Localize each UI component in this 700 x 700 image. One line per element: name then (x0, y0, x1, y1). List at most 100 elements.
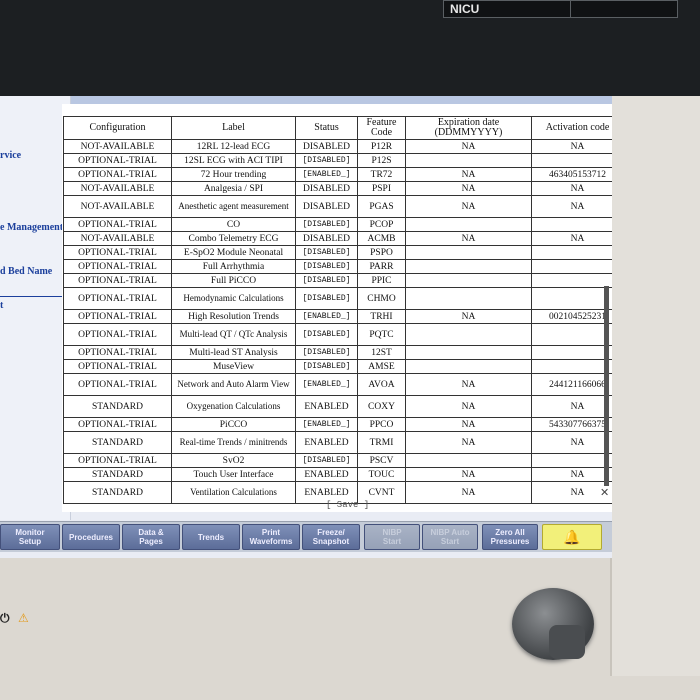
sidebar-item-extra[interactable]: t (0, 300, 3, 311)
freeze-snapshot-button[interactable]: Freeze/ Snapshot (302, 524, 360, 550)
cell-label: PiCCO (171, 417, 296, 432)
cell-configuration: OPTIONAL-TRIAL (63, 245, 172, 260)
cell-feature-code: PSPO (357, 245, 406, 260)
cell-activation-code[interactable] (531, 245, 612, 260)
cell-status: DISABLED (295, 195, 358, 218)
monitor-screen: rvice e Management d Bed Name t Configur… (0, 96, 612, 558)
table-row[interactable]: OPTIONAL-TRIAL MuseView [DISABLED] AMSE (63, 359, 612, 374)
cell-expiration-date[interactable]: NA (405, 481, 532, 504)
cell-expiration-date[interactable] (405, 359, 532, 374)
cell-activation-code[interactable]: 002104525231 (531, 309, 612, 324)
cell-configuration: OPTIONAL-TRIAL (63, 217, 172, 232)
table-row[interactable]: STANDARD Touch User Interface ENABLED TOUC N… (63, 467, 612, 482)
cell-activation-code[interactable]: 543307766375 (531, 417, 612, 432)
cell-expiration-date[interactable]: NA (405, 231, 532, 246)
cell-label: Hemodynamic Calculations (171, 287, 296, 310)
table-row[interactable]: OPTIONAL-TRIAL CO [DISABLED] PCOP (63, 217, 612, 232)
sidebar-item-service[interactable]: rvice (0, 150, 21, 161)
trends-button[interactable]: Trends (182, 524, 240, 550)
cell-expiration-date[interactable]: NA (405, 139, 532, 154)
cell-expiration-date[interactable]: NA (405, 181, 532, 196)
cell-expiration-date[interactable]: NA (405, 395, 532, 418)
table-row[interactable]: OPTIONAL-TRIAL Hemodynamic Calculations [D… (63, 287, 612, 310)
nibp-auto-start-button[interactable]: NIBP Auto Start (422, 524, 478, 550)
cell-expiration-date[interactable]: NA (405, 431, 532, 454)
cell-expiration-date[interactable] (405, 323, 532, 346)
table-row[interactable]: OPTIONAL-TRIAL E-SpO2 Module Neonatal [DIS… (63, 245, 612, 260)
cell-configuration: OPTIONAL-TRIAL (63, 273, 172, 288)
cell-expiration-date[interactable]: NA (405, 417, 532, 432)
table-row[interactable]: OPTIONAL-TRIAL Full Arrhythmia [DISABLED] P… (63, 259, 612, 274)
cell-expiration-date[interactable]: NA (405, 195, 532, 218)
table-row[interactable]: NOT-AVAILABLE Combo Telemetry ECG DISABLED… (63, 231, 612, 246)
cell-activation-code[interactable]: 244121166066 (531, 373, 612, 396)
cell-activation-code[interactable]: NA (531, 195, 612, 218)
table-row[interactable]: OPTIONAL-TRIAL 72 Hour trending [ENABLED_]… (63, 167, 612, 182)
cell-expiration-date[interactable] (405, 217, 532, 232)
cell-label: Anesthetic agent measurement (171, 195, 296, 218)
software-options-table: Configuration Label Status Feature Code … (63, 116, 612, 504)
table-row[interactable]: OPTIONAL-TRIAL Network and Auto Alarm Vie… (63, 373, 612, 396)
cell-label: Ventilation Calculations (171, 481, 296, 504)
cell-expiration-date[interactable] (405, 153, 532, 168)
save-button[interactable]: [ Save ] (326, 500, 369, 510)
table-row[interactable]: OPTIONAL-TRIAL Multi-lead ST Analysis [DIS… (63, 345, 612, 360)
cell-activation-code[interactable] (531, 217, 612, 232)
cell-activation-code[interactable] (531, 323, 612, 346)
cell-expiration-date[interactable]: NA (405, 373, 532, 396)
cell-activation-code[interactable] (531, 273, 612, 288)
cell-activation-code[interactable] (531, 359, 612, 374)
print-waveforms-button[interactable]: Print Waveforms (242, 524, 300, 550)
table-row[interactable]: OPTIONAL-TRIAL SvO2 [DISABLED] PSCV (63, 453, 612, 468)
table-row[interactable]: NOT-AVAILABLE 12RL 12-lead ECG DISABLED P12… (63, 139, 612, 154)
nibp-start-button[interactable]: NIBP Start (364, 524, 420, 550)
cell-activation-code[interactable] (531, 453, 612, 468)
cell-expiration-date[interactable] (405, 287, 532, 310)
cell-expiration-date[interactable] (405, 453, 532, 468)
zero-all-pressures-button[interactable]: Zero All Pressures (482, 524, 538, 550)
cell-configuration: NOT-AVAILABLE (63, 181, 172, 196)
cell-expiration-date[interactable]: NA (405, 467, 532, 482)
cell-feature-code: PPIC (357, 273, 406, 288)
cell-activation-code[interactable] (531, 287, 612, 310)
cell-expiration-date[interactable]: NA (405, 309, 532, 324)
table-row[interactable]: NOT-AVAILABLE Analgesia / SPI DISABLED PSPI… (63, 181, 612, 196)
table-row[interactable]: OPTIONAL-TRIAL Full PiCCO [DISABLED] PPIC (63, 273, 612, 288)
sidebar-item-bed-name[interactable]: d Bed Name (0, 266, 52, 277)
table-row[interactable]: NOT-AVAILABLE Anesthetic agent measuremen… (63, 195, 612, 218)
sidebar-item-management[interactable]: e Management (0, 222, 63, 233)
table-row[interactable]: OPTIONAL-TRIAL High Resolution Trends [ENA… (63, 309, 612, 324)
trim-knob-grip[interactable] (549, 625, 585, 659)
monitor-setup-button[interactable]: Monitor Setup (0, 524, 60, 550)
power-icon: ⏻ (0, 611, 10, 625)
table-row[interactable]: OPTIONAL-TRIAL 12SL ECG with ACI TIPI [DIS… (63, 153, 612, 168)
alarm-silence-button[interactable]: 🔔 (542, 524, 602, 550)
table-row[interactable]: STANDARD Real-time Trends / minitrends ENA… (63, 431, 612, 454)
cell-activation-code[interactable]: 463405153712 (531, 167, 612, 182)
cell-activation-code[interactable]: NA (531, 181, 612, 196)
cell-activation-code[interactable]: NA (531, 139, 612, 154)
cell-activation-code[interactable]: NA (531, 431, 612, 454)
cell-status: [DISABLED] (295, 453, 358, 468)
cell-expiration-date[interactable] (405, 345, 532, 360)
cell-expiration-date[interactable] (405, 273, 532, 288)
table-row[interactable]: OPTIONAL-TRIAL PiCCO [ENABLED_] PPCO NA 54330… (63, 417, 612, 432)
cell-label: Touch User Interface (171, 467, 296, 482)
cell-activation-code[interactable]: NA (531, 395, 612, 418)
cell-activation-code[interactable] (531, 259, 612, 274)
cell-expiration-date[interactable] (405, 245, 532, 260)
cell-expiration-date[interactable]: NA (405, 167, 532, 182)
vertical-scrollbar[interactable] (604, 286, 609, 486)
cell-status: [DISABLED] (295, 259, 358, 274)
cell-activation-code[interactable] (531, 345, 612, 360)
data-pages-button[interactable]: Data & Pages (122, 524, 180, 550)
cell-activation-code[interactable] (531, 153, 612, 168)
cell-feature-code: PCOP (357, 217, 406, 232)
cell-activation-code[interactable]: NA (531, 467, 612, 482)
table-row[interactable]: STANDARD Oxygenation Calculations ENABLED C… (63, 395, 612, 418)
procedures-button[interactable]: Procedures (62, 524, 120, 550)
close-icon[interactable]: ✕ (600, 486, 609, 499)
cell-activation-code[interactable]: NA (531, 231, 612, 246)
table-row[interactable]: OPTIONAL-TRIAL Multi-lead QT / QTc Analys… (63, 323, 612, 346)
cell-expiration-date[interactable] (405, 259, 532, 274)
